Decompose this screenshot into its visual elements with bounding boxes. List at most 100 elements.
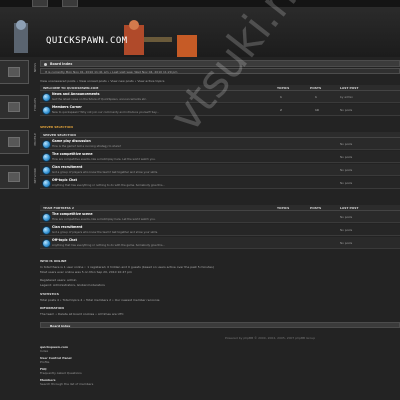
sidebar-tab-news[interactable]: NEWS xyxy=(0,60,37,84)
col-topics: TOPICS xyxy=(277,86,290,90)
last-post[interactable]: No posts xyxy=(340,108,352,112)
topic-count: 2 xyxy=(280,108,282,112)
footer-sub: Search through the list of members xyxy=(40,382,94,386)
forum-read-icon xyxy=(42,93,51,102)
last-post[interactable]: No posts xyxy=(340,181,352,185)
forum-read-icon xyxy=(42,153,51,162)
footer-sub: Profile xyxy=(40,360,50,364)
forum-desc: How are competitive events, like a match… xyxy=(52,157,156,161)
robot-head xyxy=(16,20,26,30)
sidebar-tab-label: PROFILE xyxy=(33,133,37,146)
last-post[interactable]: No posts xyxy=(340,168,352,172)
forum-row[interactable]: Off-topic Chat Anything that has everyth… xyxy=(40,237,400,249)
sidebar-tab-forums[interactable]: FORUMS xyxy=(0,95,37,119)
who-online-title: WHO IS ONLINE xyxy=(40,259,67,263)
powered-by: Powered by phpBB © 2000, 2002, 2005, 200… xyxy=(225,336,316,340)
quick-links[interactable]: View unanswered posts • View unread post… xyxy=(40,79,164,83)
forum-desc: Got a group of players who know the team… xyxy=(52,230,158,234)
sidebar-tab-label: FORUMS xyxy=(33,98,37,111)
forum-row[interactable]: Clan recruitment Got a group of players … xyxy=(40,164,400,176)
category-title[interactable]: SERVER SELECTION xyxy=(43,133,76,137)
forum-desc: Get the latest news on the future of Qui… xyxy=(52,97,147,101)
forum-read-icon xyxy=(42,239,51,248)
last-post[interactable]: No posts xyxy=(340,215,352,219)
forum-name[interactable]: Members Corner xyxy=(52,105,82,109)
forum-name[interactable]: Clan recruitment xyxy=(52,165,82,169)
last-post[interactable]: No posts xyxy=(340,155,352,159)
site-logo[interactable]: QUICKSPAWN.COM xyxy=(46,36,127,46)
news-icon xyxy=(8,67,20,77)
col-last-post: LAST POST xyxy=(340,206,359,210)
forum-name[interactable]: Off-topic Chat xyxy=(52,238,77,242)
footer-sub: Frequently Asked Questions xyxy=(40,371,82,375)
information-line[interactable]: The team • Delete all board cookies • Al… xyxy=(40,312,124,316)
information-title: INFORMATION xyxy=(40,306,64,310)
forum-row[interactable]: Game play discussion How is the game? Go… xyxy=(40,138,400,150)
server-selection-banner: SERVER SELECTION xyxy=(40,125,73,129)
board-index-link[interactable]: Board index xyxy=(50,62,72,66)
who-online-line: In total there is 1 user online :: 1 reg… xyxy=(40,265,214,269)
forum-name[interactable]: News and Announcements xyxy=(52,92,100,96)
forum-row[interactable]: The competitive scene How are competitiv… xyxy=(40,211,400,223)
forum-row[interactable]: The competitive scene How are competitiv… xyxy=(40,151,400,163)
profile-icon xyxy=(8,137,20,147)
col-posts: POSTS xyxy=(310,86,322,90)
registered-users: Registered users: admin xyxy=(40,278,77,282)
statistics-line: Total posts 4 • Total topics 4 • Total m… xyxy=(40,298,160,302)
sidebar-tab-label: NEWS xyxy=(33,63,37,73)
forum-name[interactable]: The competitive scene xyxy=(52,152,93,156)
forum-name[interactable]: Clan recruitment xyxy=(52,225,82,229)
forum-desc: How is the game? Got a cunning strategy … xyxy=(52,144,122,148)
last-post[interactable]: No posts xyxy=(340,142,352,146)
forum-read-icon xyxy=(42,179,51,188)
col-posts: POSTS xyxy=(310,206,322,210)
top-tab-left[interactable] xyxy=(32,0,48,7)
home-icon xyxy=(44,62,47,66)
category-title[interactable]: WELCOME TO QUICKSPAWN.COM xyxy=(43,86,98,90)
sidebar-tab-label: NETWORK xyxy=(33,168,37,184)
forum-desc: New to quickspawn? Why not join our comm… xyxy=(52,110,159,114)
forum-read-icon xyxy=(42,106,51,115)
forum-desc: How are competitive events, like a match… xyxy=(52,217,156,221)
legend-line: Legend: Administrators, Global moderator… xyxy=(40,283,105,287)
forum-name[interactable]: Game play discussion xyxy=(52,139,91,143)
col-last-post: LAST POST xyxy=(340,86,359,90)
forum-read-icon xyxy=(42,166,51,175)
topic-count: 1 xyxy=(280,95,282,99)
crate-figure xyxy=(177,35,197,57)
forum-name[interactable]: Off-topic Chat xyxy=(52,178,77,182)
site-header: QUICKSPAWN.COM xyxy=(0,7,400,57)
forum-read-icon xyxy=(42,140,51,149)
post-count: 1 xyxy=(315,95,317,99)
statistics-title: STATISTICS xyxy=(40,292,59,296)
forum-row[interactable]: Clan recruitment Got a group of players … xyxy=(40,224,400,236)
last-post[interactable]: No posts xyxy=(340,228,352,232)
network-icon xyxy=(8,172,20,182)
post-count: 10 xyxy=(315,108,319,112)
sidebar-tab-profile[interactable]: PROFILE xyxy=(0,130,37,154)
forum-read-icon xyxy=(42,213,51,222)
forums-icon xyxy=(8,102,20,112)
last-post[interactable]: No posts xyxy=(340,241,352,245)
who-online-record: Most users ever online was 5 on Mon Sep … xyxy=(40,270,132,274)
forum-name[interactable]: The competitive scene xyxy=(52,212,93,216)
last-post[interactable]: by admin xyxy=(340,95,353,99)
forum-desc: Anything that has everything or nothing … xyxy=(52,243,165,247)
top-tab-right[interactable] xyxy=(62,0,78,7)
forum-desc: Anything that has everything or nothing … xyxy=(52,183,165,187)
bottom-board-index-bar: Board index xyxy=(40,322,400,328)
top-strip xyxy=(0,0,400,7)
forum-read-icon xyxy=(42,226,51,235)
sidebar: NEWS FORUMS PROFILE NETWORK xyxy=(0,60,37,200)
footer-sub: Index xyxy=(40,349,49,353)
category-title[interactable]: TEAM FORTRESS 2 xyxy=(43,206,74,210)
weapon-shape xyxy=(144,37,172,42)
soldier-head xyxy=(129,20,139,30)
bottom-board-index-link[interactable]: Board index xyxy=(50,324,70,328)
forum-desc: Got a group of players who know the team… xyxy=(52,170,158,174)
current-time: It is currently Mon Nov 01, 2010 11:41 a… xyxy=(45,70,178,74)
sidebar-tab-network[interactable]: NETWORK xyxy=(0,165,37,189)
col-topics: TOPICS xyxy=(277,206,290,210)
forum-row[interactable]: Off-topic Chat Anything that has everyth… xyxy=(40,177,400,189)
footer-links: quickspawn.com Index User Control Panel … xyxy=(40,345,93,386)
